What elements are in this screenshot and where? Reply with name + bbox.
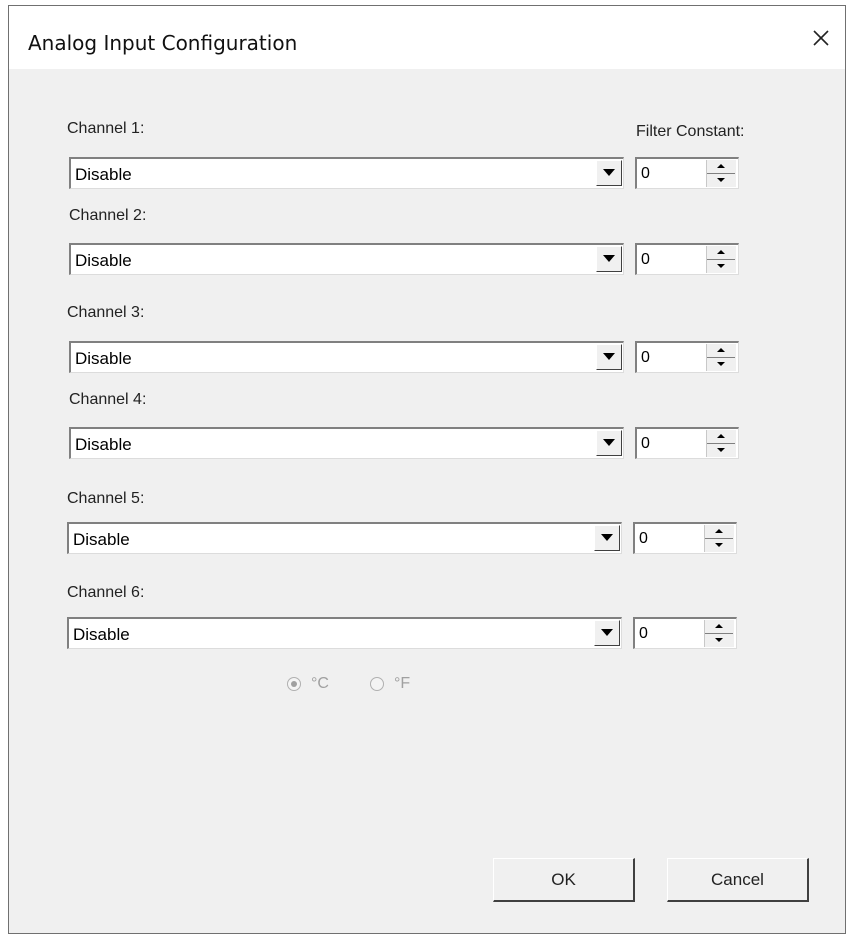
- channel-5-spin-buttons: [704, 525, 734, 552]
- dropdown-arrow-icon: [601, 534, 613, 541]
- radio-unselected-icon: [370, 677, 384, 691]
- channel-1-dropdown-button[interactable]: [596, 160, 622, 186]
- cancel-button[interactable]: Cancel: [667, 858, 809, 902]
- channel-2-filter-value[interactable]: 0: [641, 251, 650, 269]
- channel-1-spin-down-button[interactable]: [707, 174, 735, 187]
- radio-selected-icon: [287, 677, 301, 691]
- spin-down-icon: [717, 264, 725, 268]
- ok-button[interactable]: OK: [493, 858, 635, 902]
- channel-3-mode-value: Disable: [75, 349, 132, 368]
- channel-4-spin-up-button[interactable]: [707, 430, 735, 444]
- channel-6-filter-spinner[interactable]: 0: [633, 617, 737, 649]
- channel-3-filter-spinner[interactable]: 0: [635, 341, 739, 373]
- channel-3-dropdown-button[interactable]: [596, 344, 622, 370]
- close-icon: [813, 30, 829, 46]
- channel-5-dropdown-button[interactable]: [594, 525, 620, 551]
- channel-5-filter-value[interactable]: 0: [639, 530, 648, 548]
- channel-3-mode-select[interactable]: Disable: [69, 341, 624, 373]
- channel-6-filter-value[interactable]: 0: [639, 625, 648, 643]
- dropdown-arrow-icon: [601, 629, 613, 636]
- channel-3-filter-value[interactable]: 0: [641, 349, 650, 367]
- channel-1-filter-spinner[interactable]: 0: [635, 157, 739, 189]
- dropdown-arrow-icon: [603, 439, 615, 446]
- spin-up-icon: [717, 250, 725, 254]
- title-bar: Analog Input Configuration: [9, 6, 845, 69]
- channel-2-label: Channel 2:: [69, 207, 147, 224]
- dropdown-arrow-icon: [603, 255, 615, 262]
- channel-1-spin-up-button[interactable]: [707, 160, 735, 174]
- analog-input-dialog: Analog Input Configuration Filter Consta…: [8, 5, 846, 934]
- spin-up-icon: [717, 434, 725, 438]
- spin-down-icon: [715, 638, 723, 642]
- channel-4-filter-value[interactable]: 0: [641, 435, 650, 453]
- fahrenheit-label: °F: [394, 675, 411, 692]
- channel-6-spin-up-button[interactable]: [705, 620, 733, 634]
- channel-5-mode-value: Disable: [73, 530, 130, 549]
- spin-down-icon: [717, 448, 725, 452]
- channel-1-label: Channel 1:: [67, 120, 145, 137]
- channel-6-spin-buttons: [704, 620, 734, 647]
- spin-down-icon: [717, 178, 725, 182]
- channel-3-spin-down-button[interactable]: [707, 358, 735, 371]
- spin-up-icon: [717, 348, 725, 352]
- channel-1-mode-select[interactable]: Disable: [69, 157, 624, 189]
- channel-5-filter-spinner[interactable]: 0: [633, 522, 737, 554]
- channel-6-mode-value: Disable: [73, 625, 130, 644]
- channel-3-label: Channel 3:: [67, 304, 145, 321]
- channel-4-filter-spinner[interactable]: 0: [635, 427, 739, 459]
- spin-up-icon: [715, 529, 723, 533]
- channel-5-mode-select[interactable]: Disable: [67, 522, 622, 554]
- filter-constant-label: Filter Constant:: [636, 123, 745, 140]
- channel-6-label: Channel 6:: [67, 584, 145, 601]
- celsius-radio[interactable]: °C: [287, 675, 329, 693]
- channel-2-spin-up-button[interactable]: [707, 246, 735, 260]
- channel-1-spin-buttons: [706, 160, 736, 187]
- channel-2-mode-select[interactable]: Disable: [69, 243, 624, 275]
- channel-4-mode-select[interactable]: Disable: [69, 427, 624, 459]
- dropdown-arrow-icon: [603, 169, 615, 176]
- channel-2-spin-buttons: [706, 246, 736, 273]
- channel-6-spin-down-button[interactable]: [705, 634, 733, 647]
- channel-1-filter-value[interactable]: 0: [641, 165, 650, 183]
- spin-down-icon: [715, 543, 723, 547]
- channel-3-spin-buttons: [706, 344, 736, 371]
- close-button[interactable]: [807, 24, 835, 52]
- channel-4-label: Channel 4:: [69, 391, 147, 408]
- spin-up-icon: [715, 624, 723, 628]
- fahrenheit-radio[interactable]: °F: [370, 675, 410, 693]
- channel-4-spin-down-button[interactable]: [707, 444, 735, 457]
- channel-2-spin-down-button[interactable]: [707, 260, 735, 273]
- channel-3-spin-up-button[interactable]: [707, 344, 735, 358]
- channel-2-mode-value: Disable: [75, 251, 132, 270]
- channel-5-spin-down-button[interactable]: [705, 539, 733, 552]
- channel-4-mode-value: Disable: [75, 435, 132, 454]
- channel-4-spin-buttons: [706, 430, 736, 457]
- channel-6-dropdown-button[interactable]: [594, 620, 620, 646]
- channel-2-dropdown-button[interactable]: [596, 246, 622, 272]
- channel-4-dropdown-button[interactable]: [596, 430, 622, 456]
- dropdown-arrow-icon: [603, 353, 615, 360]
- celsius-label: °C: [311, 675, 329, 692]
- channel-1-mode-value: Disable: [75, 165, 132, 184]
- spin-up-icon: [717, 164, 725, 168]
- dialog-title: Analog Input Configuration: [28, 31, 298, 55]
- channel-2-filter-spinner[interactable]: 0: [635, 243, 739, 275]
- channel-6-mode-select[interactable]: Disable: [67, 617, 622, 649]
- spin-down-icon: [717, 362, 725, 366]
- channel-5-label: Channel 5:: [67, 490, 145, 507]
- channel-5-spin-up-button[interactable]: [705, 525, 733, 539]
